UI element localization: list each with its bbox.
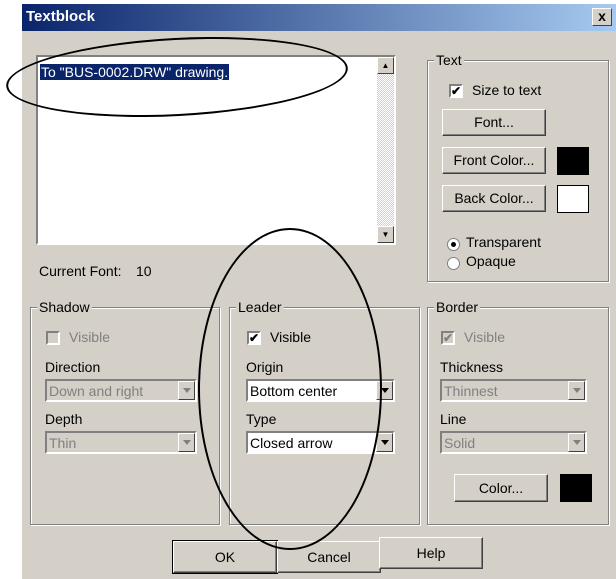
- direction-select[interactable]: Down and right: [45, 379, 197, 402]
- current-font-label: Current Font:: [39, 263, 122, 279]
- transparent-radio[interactable]: [447, 238, 460, 251]
- chevron-down-icon[interactable]: [178, 381, 195, 400]
- border-color-button[interactable]: Color...: [454, 474, 548, 502]
- close-button[interactable]: x: [592, 8, 612, 26]
- opaque-label: Opaque: [466, 253, 516, 269]
- dialog-title: Textblock: [26, 8, 95, 25]
- size-to-text-label: Size to text: [472, 82, 542, 98]
- direction-label: Direction: [45, 359, 101, 375]
- shadow-group-label: Shadow: [37, 299, 92, 315]
- thickness-select[interactable]: Thinnest: [440, 379, 587, 402]
- shadow-group: Shadow Visible Direction Down and right …: [30, 299, 220, 525]
- line-select[interactable]: Solid: [440, 431, 587, 454]
- opaque-radio[interactable]: [447, 257, 460, 270]
- origin-value: Bottom center: [250, 383, 338, 399]
- chevron-down-icon[interactable]: [178, 433, 195, 452]
- border-color-swatch[interactable]: [560, 474, 592, 502]
- text-group-label: Text: [434, 52, 464, 68]
- border-group: Border ✔ Visible Thickness Thinnest Line…: [427, 299, 609, 525]
- cancel-button[interactable]: Cancel: [277, 541, 381, 573]
- shadow-visible-label: Visible: [69, 329, 110, 345]
- title-bar[interactable]: Textblock x: [22, 4, 616, 31]
- current-font-value: 10: [136, 263, 152, 279]
- chevron-down-icon[interactable]: [376, 381, 393, 400]
- thickness-label: Thickness: [440, 359, 504, 375]
- chevron-down-icon[interactable]: [568, 433, 585, 452]
- scroll-down-icon[interactable]: ▼: [377, 226, 394, 243]
- depth-select[interactable]: Thin: [45, 431, 197, 454]
- depth-value: Thin: [49, 435, 77, 451]
- shadow-visible-checkbox[interactable]: [46, 331, 60, 345]
- chevron-down-icon[interactable]: [568, 381, 585, 400]
- ok-button[interactable]: OK: [172, 540, 278, 574]
- back-color-swatch[interactable]: [557, 185, 589, 213]
- leader-group: Leader ✔ Visible Origin Bottom center Ty…: [229, 299, 420, 525]
- front-color-swatch[interactable]: [557, 147, 589, 175]
- direction-value: Down and right: [49, 383, 144, 399]
- size-to-text-checkbox[interactable]: ✔: [449, 84, 463, 98]
- border-visible-label: Visible: [464, 329, 505, 345]
- depth-label: Depth: [45, 411, 83, 427]
- border-group-label: Border: [434, 299, 481, 315]
- help-button[interactable]: Help: [379, 537, 483, 569]
- type-label: Type: [246, 411, 277, 427]
- chevron-down-icon[interactable]: [376, 433, 393, 452]
- text-editor[interactable]: To "BUS-0002.DRW" drawing. ▲ ▼: [36, 55, 396, 245]
- thickness-value: Thinnest: [444, 383, 498, 399]
- transparent-label: Transparent: [466, 234, 541, 250]
- scroll-up-icon[interactable]: ▲: [377, 57, 394, 74]
- origin-label: Origin: [246, 359, 284, 375]
- leader-visible-label: Visible: [270, 329, 311, 345]
- border-visible-checkbox[interactable]: ✔: [441, 331, 455, 345]
- type-select[interactable]: Closed arrow: [246, 431, 395, 454]
- line-value: Solid: [444, 435, 476, 451]
- text-group: Text ✔ Size to text Font... Front Color.…: [427, 52, 609, 282]
- leader-group-label: Leader: [236, 299, 284, 315]
- origin-select[interactable]: Bottom center: [246, 379, 395, 402]
- line-label: Line: [440, 411, 467, 427]
- font-button[interactable]: Font...: [442, 109, 546, 136]
- type-value: Closed arrow: [250, 435, 333, 451]
- front-color-button[interactable]: Front Color...: [442, 147, 546, 174]
- leader-visible-checkbox[interactable]: ✔: [247, 331, 261, 345]
- vertical-scrollbar[interactable]: ▲ ▼: [377, 57, 394, 243]
- textblock-dialog: Textblock x To "BUS-0002.DRW" drawing. ▲…: [22, 4, 616, 579]
- editor-text: To "BUS-0002.DRW" drawing.: [40, 64, 230, 80]
- back-color-button[interactable]: Back Color...: [442, 185, 546, 212]
